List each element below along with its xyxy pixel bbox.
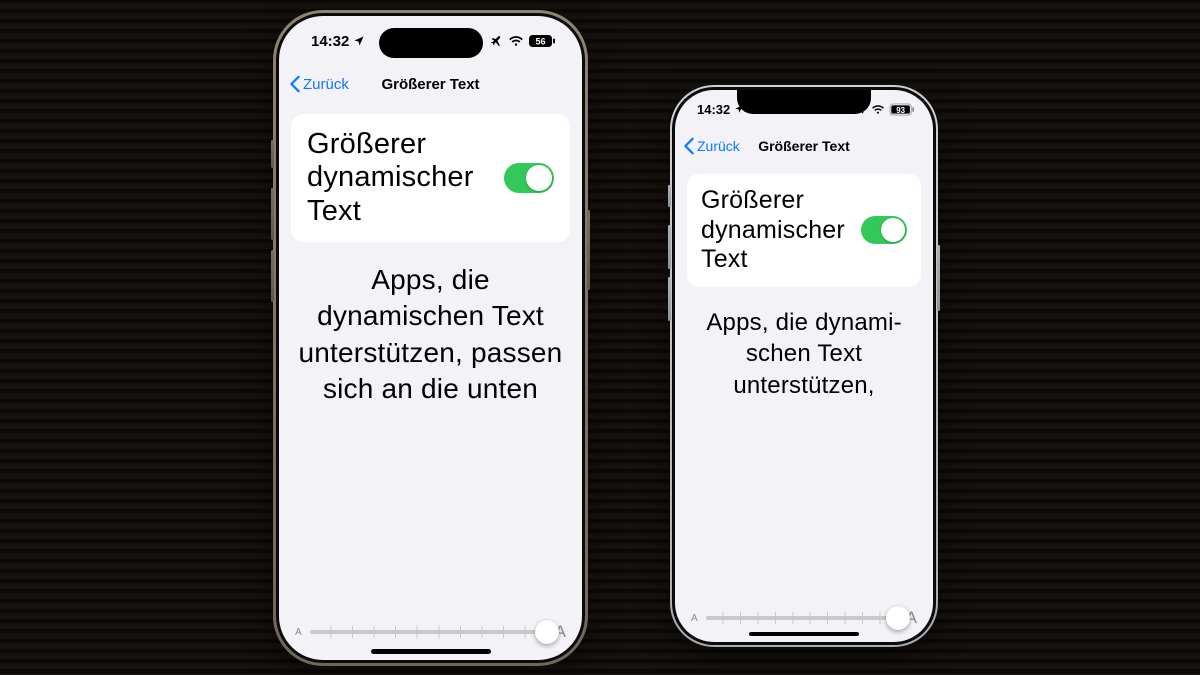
slider-track[interactable]	[706, 616, 898, 620]
battery-icon: 56	[528, 34, 556, 48]
back-button[interactable]: Zurück	[683, 137, 740, 155]
volume-down-button	[668, 277, 671, 321]
side-button	[937, 245, 940, 311]
nav-bar: Zurück Größerer Text	[675, 128, 933, 164]
toggle-label: Größerer dynami­scher Text	[701, 186, 851, 275]
dynamic-island	[379, 28, 483, 58]
content-fade	[675, 542, 933, 602]
settings-content[interactable]: Größerer dynami­scher Text Apps, die dyn…	[279, 108, 582, 616]
svg-text:56: 56	[535, 37, 545, 47]
mute-switch	[271, 140, 274, 168]
chevron-left-icon	[289, 75, 301, 93]
slider-thumb[interactable]	[535, 620, 559, 644]
desk-surface	[0, 0, 1200, 675]
toggle-switch[interactable]	[504, 163, 554, 193]
volume-up-button	[271, 188, 274, 240]
larger-text-toggle-row[interactable]: Größerer dynami­scher Text	[687, 174, 921, 287]
side-button	[587, 210, 590, 290]
text-size-slider[interactable]: A A	[691, 608, 917, 628]
back-button[interactable]: Zurück	[289, 75, 349, 93]
volume-down-button	[271, 250, 274, 302]
larger-text-toggle-row[interactable]: Größerer dynami­scher Text	[291, 114, 570, 242]
volume-up-button	[668, 225, 671, 269]
status-time: 14:32	[697, 102, 730, 117]
back-label: Zurück	[303, 76, 349, 93]
location-icon	[353, 35, 365, 47]
home-indicator[interactable]	[749, 632, 859, 636]
slider-small-icon: A	[295, 627, 302, 638]
settings-content[interactable]: Größerer dynami­scher Text Apps, die dyn…	[675, 168, 933, 602]
mute-switch	[668, 185, 671, 207]
nav-bar: Zurück Größerer Text	[279, 66, 582, 102]
svg-text:93: 93	[896, 105, 905, 114]
description-text: Apps, die dynami­schen Text unterstützen…	[693, 307, 915, 402]
iphone-14-pro: 14:32 56 Zurück Größerer Text	[273, 10, 588, 666]
content-fade	[279, 556, 582, 616]
home-indicator[interactable]	[371, 649, 491, 654]
battery-icon: 93	[889, 103, 915, 116]
text-size-slider[interactable]: A A	[295, 622, 566, 642]
toggle-switch[interactable]	[861, 216, 907, 244]
description-text: Apps, die dynamischen Text unterstützen,…	[297, 262, 564, 408]
back-label: Zurück	[697, 138, 740, 154]
airplane-icon	[490, 34, 504, 48]
iphone-13-mini: 14:32 93 Zurück Größerer Text	[670, 85, 938, 647]
chevron-left-icon	[683, 137, 695, 155]
wifi-icon	[508, 35, 524, 47]
status-time: 14:32	[311, 33, 349, 50]
toggle-label: Größerer dynami­scher Text	[307, 128, 477, 228]
notch	[737, 90, 871, 114]
slider-small-icon: A	[691, 613, 698, 624]
slider-track[interactable]	[310, 630, 547, 634]
wifi-icon	[871, 104, 885, 115]
slider-thumb[interactable]	[886, 606, 910, 630]
